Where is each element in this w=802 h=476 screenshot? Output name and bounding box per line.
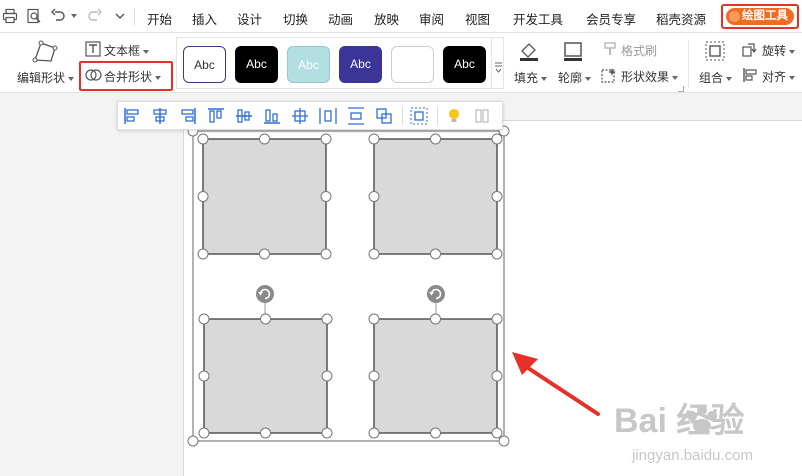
same-size-icon[interactable] bbox=[375, 107, 393, 125]
resize-handle[interactable] bbox=[259, 133, 270, 145]
resize-handle[interactable] bbox=[430, 427, 441, 439]
resize-handle[interactable] bbox=[198, 427, 210, 439]
square-shape-top-right[interactable] bbox=[373, 138, 498, 255]
rotate-handle-icon[interactable] bbox=[427, 285, 445, 303]
resize-handle[interactable] bbox=[320, 191, 332, 202]
watermark-brand: Bai 经验 bbox=[614, 401, 744, 440]
resize-handle[interactable] bbox=[198, 313, 210, 325]
resize-handle[interactable] bbox=[368, 248, 380, 260]
rotate-handle-icon[interactable] bbox=[256, 285, 274, 303]
align-center-icon[interactable] bbox=[151, 107, 169, 125]
align-float-toolbar bbox=[117, 101, 503, 130]
baidu-jingyan-watermark: Bai 经验 jingyan.baidu.com bbox=[614, 401, 753, 464]
watermark-url: jingyan.baidu.com bbox=[631, 447, 753, 464]
square-shape-bottom-left[interactable] bbox=[203, 318, 328, 434]
red-arrow-annotation bbox=[512, 352, 600, 416]
resize-handle[interactable] bbox=[498, 435, 510, 447]
resize-handle[interactable] bbox=[368, 313, 380, 325]
resize-handle[interactable] bbox=[430, 313, 441, 325]
resize-handle[interactable] bbox=[260, 313, 271, 325]
resize-handle[interactable] bbox=[491, 133, 503, 145]
align-center-both-icon[interactable] bbox=[291, 107, 309, 125]
align-middle-icon[interactable] bbox=[235, 107, 253, 125]
distribute-horizontal-icon[interactable] bbox=[319, 107, 337, 125]
square-shape-bottom-right[interactable] bbox=[373, 318, 498, 434]
resize-handle[interactable] bbox=[368, 370, 380, 382]
toolbar-divider bbox=[402, 107, 403, 125]
toolbar-divider bbox=[437, 107, 438, 125]
resize-handle[interactable] bbox=[491, 427, 503, 439]
resize-handle[interactable] bbox=[321, 313, 333, 325]
resize-handle[interactable] bbox=[320, 248, 332, 260]
resize-handle[interactable] bbox=[491, 191, 503, 202]
resize-handle[interactable] bbox=[491, 248, 503, 260]
resize-handle[interactable] bbox=[198, 370, 210, 382]
distribute-vertical-icon[interactable] bbox=[347, 107, 365, 125]
resize-handle[interactable] bbox=[368, 427, 380, 439]
lightbulb-icon[interactable] bbox=[445, 107, 463, 125]
resize-handle[interactable] bbox=[197, 191, 209, 202]
resize-handle[interactable] bbox=[260, 427, 271, 439]
align-bottom-icon[interactable] bbox=[263, 107, 281, 125]
align-left-icon[interactable] bbox=[123, 107, 141, 125]
align-right-icon[interactable] bbox=[179, 107, 197, 125]
resize-handle[interactable] bbox=[368, 133, 380, 145]
resize-handle[interactable] bbox=[430, 248, 441, 260]
square-shape-top-left[interactable] bbox=[202, 138, 327, 255]
resize-handle[interactable] bbox=[321, 427, 333, 439]
resize-handle[interactable] bbox=[321, 370, 333, 382]
resize-handle[interactable] bbox=[197, 248, 209, 260]
resize-handle[interactable] bbox=[491, 313, 503, 325]
resize-handle[interactable] bbox=[430, 133, 441, 145]
resize-handle[interactable] bbox=[320, 133, 332, 145]
resize-handle[interactable] bbox=[368, 191, 380, 202]
group-objects-icon[interactable] bbox=[410, 107, 428, 125]
align-top-icon[interactable] bbox=[207, 107, 225, 125]
more-options-icon[interactable] bbox=[473, 107, 491, 125]
resize-handle[interactable] bbox=[259, 248, 270, 260]
resize-handle[interactable] bbox=[197, 133, 209, 145]
resize-handle[interactable] bbox=[491, 370, 503, 382]
resize-handle[interactable] bbox=[187, 435, 199, 447]
